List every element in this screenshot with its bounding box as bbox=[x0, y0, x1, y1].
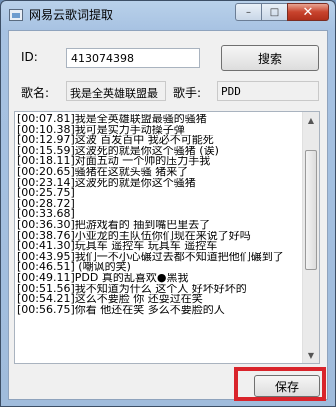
lyric-line: [00:33.68] bbox=[17, 209, 75, 220]
lyric-line: [00:15.59]这波死的就是你这个骚猪 (诶) bbox=[17, 145, 219, 157]
close-button[interactable]: ✕ bbox=[287, 3, 329, 21]
maximize-icon: □ bbox=[269, 6, 280, 18]
song-name-field: 我是全英雄联盟最 bbox=[66, 81, 166, 101]
lyric-line: [00:51.56]我不知道为什么 这个人 好坏好坏的 bbox=[17, 283, 247, 295]
lyric-line: [00:56.75]你看 他还在笑 多么不要脸的人 bbox=[17, 304, 225, 316]
close-icon: ✕ bbox=[302, 4, 314, 20]
search-button-label: 搜索 bbox=[257, 51, 282, 66]
lyrics-textbox[interactable]: [00:07.81]我是全英雄联盟最骚的骚猪 [00:10.38]我可是实力手动操… bbox=[14, 111, 320, 364]
lyric-line: [00:07.81]我是全英雄联盟最骚的骚猪 bbox=[17, 114, 207, 125]
lyric-line: [00:25.75] bbox=[17, 188, 75, 199]
scroll-down-icon[interactable]: ▼ bbox=[303, 347, 319, 363]
id-input[interactable] bbox=[66, 48, 200, 68]
lyric-line: [00:23.14]这波死的就是你这个骚猪 bbox=[17, 177, 196, 189]
caption-buttons: – □ ✕ bbox=[235, 3, 329, 22]
client-area: ID: 搜索 歌名: 我是全英雄联盟最 歌手: PDD [00:07.81]我是… bbox=[8, 30, 328, 400]
lyric-line: [00:46.51] (嘲讽的笑) bbox=[17, 262, 131, 273]
save-button-label: 保存 bbox=[274, 379, 299, 394]
lyric-line: [00:18.11]对面五动 一个帅的压力手我 bbox=[17, 156, 211, 167]
lyric-line: [00:54.21]这么不要脸 你 还耍过在笑 bbox=[17, 294, 203, 305]
minimize-icon: – bbox=[246, 6, 251, 18]
lyric-line: [00:49.11]PDD 真的乱喜欢●黑我 bbox=[17, 272, 189, 284]
scroll-up-icon[interactable]: ▲ bbox=[303, 112, 319, 128]
lyric-line: [00:12.97]这波 百发百中 我必不可能死 bbox=[17, 135, 214, 146]
singer-label: 歌手: bbox=[173, 86, 202, 100]
window-title: 网易云歌词提取 bbox=[29, 8, 114, 22]
minimize-button[interactable]: – bbox=[235, 3, 261, 21]
lyric-line: [00:43.95]我们一不小心碾过去都不知道把他们碾到了 bbox=[17, 251, 284, 263]
maximize-button[interactable]: □ bbox=[261, 3, 287, 21]
lyric-line: [00:38.76]小亚龙的主队伍你们现在来说了好吗 bbox=[17, 230, 251, 242]
lyrics-scrollbar[interactable]: ▲ ▼ bbox=[302, 112, 319, 363]
app-icon bbox=[9, 9, 23, 21]
scroll-thumb[interactable] bbox=[305, 150, 317, 270]
id-label: ID: bbox=[21, 50, 38, 64]
save-button[interactable]: 保存 bbox=[254, 375, 320, 397]
lyric-line: [00:28.72] bbox=[17, 198, 75, 210]
lyric-line: [00:41.30]玩具车 遥控车 玩具车 遥控车 bbox=[17, 241, 218, 252]
song-label: 歌名: bbox=[21, 86, 50, 100]
search-button[interactable]: 搜索 bbox=[221, 45, 319, 71]
app-window: 网易云歌词提取 – □ ✕ ID: 搜索 歌名: 我是全英雄联盟最 歌手: PD… bbox=[0, 0, 336, 407]
lyrics-content[interactable]: [00:07.81]我是全英雄联盟最骚的骚猪 [00:10.38]我可是实力手动操… bbox=[17, 114, 301, 362]
title-bar[interactable]: 网易云歌词提取 – □ ✕ bbox=[1, 1, 335, 29]
lyric-line: [00:10.38]我可是实力手动操子弹 bbox=[17, 124, 185, 136]
lyric-line: [00:20.65]骚猪在这就头骚 猪来了 bbox=[17, 166, 189, 178]
lyric-line: [00:36.30]把游戏看的 抽到嘴巴里去了 bbox=[17, 219, 211, 231]
singer-field: PDD bbox=[217, 81, 319, 101]
